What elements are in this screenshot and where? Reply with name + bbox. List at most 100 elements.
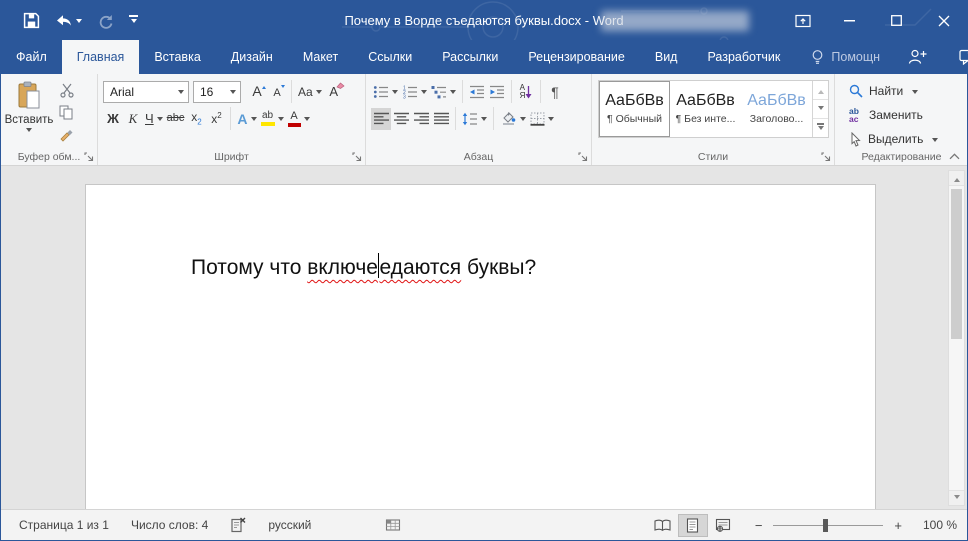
decrease-indent-button[interactable]: [467, 81, 487, 103]
zoom-in-button[interactable]: +: [887, 518, 909, 533]
shading-button[interactable]: [498, 108, 528, 130]
language-indicator[interactable]: русский: [268, 518, 311, 532]
find-button[interactable]: Найти: [837, 79, 966, 103]
highlight-dropdown-arrow[interactable]: [278, 117, 284, 124]
tab-design[interactable]: Дизайн: [216, 40, 288, 74]
styles-dialog-launcher[interactable]: [821, 152, 831, 162]
comments-button[interactable]: [943, 40, 968, 74]
vertical-scrollbar[interactable]: [948, 170, 965, 506]
tab-references[interactable]: Ссылки: [353, 40, 427, 74]
font-size-dropdown-arrow[interactable]: [230, 90, 236, 97]
scrollbar-down-button[interactable]: [949, 490, 964, 505]
page-indicator[interactable]: Страница 1 из 1: [19, 518, 109, 532]
cut-button[interactable]: [59, 81, 75, 99]
line-spacing-button[interactable]: [460, 108, 489, 130]
shading-dropdown-arrow[interactable]: [520, 117, 526, 124]
tell-me-box[interactable]: Помощн: [799, 40, 892, 74]
underline-button[interactable]: Ч: [143, 108, 165, 130]
paragraph-dialog-launcher[interactable]: [578, 152, 588, 162]
print-layout-button[interactable]: [678, 514, 708, 537]
close-button[interactable]: [920, 1, 967, 40]
show-paragraph-marks-button[interactable]: ¶: [545, 81, 565, 103]
tab-developer[interactable]: Разработчик: [692, 40, 795, 74]
text-effects-button[interactable]: А: [235, 108, 258, 130]
customize-quick-access-button[interactable]: [129, 15, 138, 26]
line-spacing-dropdown-arrow[interactable]: [481, 117, 487, 124]
clear-formatting-button[interactable]: А: [324, 81, 344, 103]
grow-font-button[interactable]: А: [247, 81, 267, 103]
copy-button[interactable]: [59, 103, 75, 121]
tab-view[interactable]: Вид: [640, 40, 693, 74]
styles-more-button[interactable]: [813, 119, 828, 137]
align-right-button[interactable]: [411, 108, 431, 130]
tab-insert[interactable]: Вставка: [139, 40, 215, 74]
undo-button[interactable]: [55, 13, 82, 29]
borders-button[interactable]: [528, 108, 556, 130]
style-normal[interactable]: АаБбВв ¶ Обычный: [599, 81, 670, 137]
document-page[interactable]: Потому что включеедаются буквы?: [85, 184, 876, 509]
align-left-button[interactable]: [371, 108, 391, 130]
tab-home[interactable]: Главная: [62, 40, 140, 74]
styles-scroll-down-button[interactable]: [813, 100, 828, 119]
select-button[interactable]: Выделить: [837, 127, 966, 151]
macro-record-button[interactable]: [385, 518, 401, 532]
zoom-slider-thumb[interactable]: [823, 519, 828, 532]
web-layout-button[interactable]: [708, 514, 738, 537]
font-size-combo[interactable]: 16: [193, 81, 241, 103]
font-name-combo[interactable]: Arial: [103, 81, 189, 103]
document-text[interactable]: Потому что включеедаются буквы?: [191, 253, 536, 280]
font-color-dropdown-arrow[interactable]: [304, 117, 310, 124]
styles-scroll-up-button[interactable]: [813, 81, 828, 100]
bullets-dropdown-arrow[interactable]: [392, 90, 398, 97]
bullets-button[interactable]: [371, 81, 400, 103]
scrollbar-up-button[interactable]: [949, 171, 964, 186]
zoom-level[interactable]: 100 %: [909, 518, 957, 532]
tab-review[interactable]: Рецензирование: [513, 40, 640, 74]
minimize-button[interactable]: [826, 1, 873, 40]
align-center-button[interactable]: [391, 108, 411, 130]
save-button[interactable]: [23, 12, 40, 29]
zoom-out-button[interactable]: −: [748, 518, 770, 533]
redo-button[interactable]: [97, 13, 114, 29]
word-count[interactable]: Число слов: 4: [131, 518, 208, 532]
italic-button[interactable]: К: [123, 108, 143, 130]
numbering-button[interactable]: 123: [400, 81, 429, 103]
subscript-button[interactable]: x2: [186, 108, 206, 130]
select-dropdown-arrow[interactable]: [932, 138, 938, 145]
tab-file[interactable]: Файл: [1, 40, 62, 74]
justify-button[interactable]: [431, 108, 451, 130]
clipboard-dialog-launcher[interactable]: [84, 152, 94, 162]
borders-dropdown-arrow[interactable]: [548, 117, 554, 124]
find-dropdown-arrow[interactable]: [912, 90, 918, 97]
maximize-button[interactable]: [873, 1, 920, 40]
zoom-slider[interactable]: [773, 517, 883, 533]
text-effects-dropdown-arrow[interactable]: [251, 117, 257, 124]
highlight-button[interactable]: ab: [259, 108, 286, 130]
collapse-ribbon-button[interactable]: [949, 153, 960, 160]
font-name-dropdown-arrow[interactable]: [178, 90, 184, 97]
underline-dropdown-arrow[interactable]: [157, 117, 163, 124]
multilevel-list-button[interactable]: [429, 81, 458, 103]
bold-button[interactable]: Ж: [103, 108, 123, 130]
strikethrough-button[interactable]: abc: [165, 108, 187, 130]
superscript-button[interactable]: x2: [206, 108, 226, 130]
scrollbar-thumb[interactable]: [951, 189, 962, 339]
read-mode-button[interactable]: [648, 514, 678, 537]
zoom-slider-track[interactable]: [773, 525, 883, 527]
share-button[interactable]: [892, 40, 943, 74]
tab-mailings[interactable]: Рассылки: [427, 40, 513, 74]
tab-layout[interactable]: Макет: [288, 40, 353, 74]
format-painter-button[interactable]: [59, 125, 75, 143]
proofing-status-button[interactable]: [230, 517, 246, 533]
replace-button[interactable]: ab ac Заменить: [837, 103, 966, 127]
change-case-button[interactable]: Aa: [296, 81, 324, 103]
sort-button[interactable]: А Я: [516, 81, 536, 103]
ribbon-display-options-button[interactable]: [779, 1, 826, 40]
paste-button[interactable]: Вставить: [3, 79, 55, 143]
undo-dropdown-arrow[interactable]: [76, 19, 82, 26]
increase-indent-button[interactable]: [487, 81, 507, 103]
multilevel-dropdown-arrow[interactable]: [450, 90, 456, 97]
numbering-dropdown-arrow[interactable]: [421, 90, 427, 97]
paste-dropdown-arrow[interactable]: [26, 128, 32, 135]
style-heading[interactable]: АаБбВв Заголово...: [741, 81, 812, 137]
